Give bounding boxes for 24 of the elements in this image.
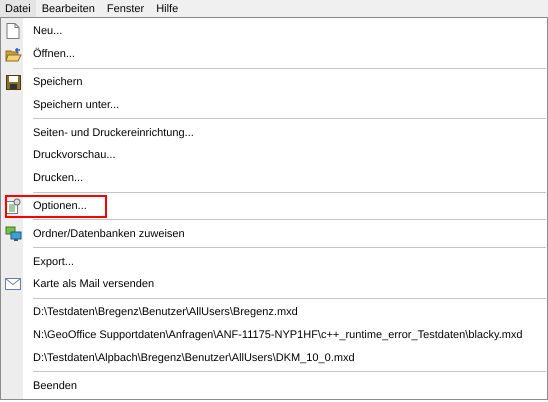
menu-item[interactable]: Öffnen... xyxy=(33,48,75,60)
menu-item[interactable]: Speichern unter... xyxy=(33,98,120,111)
menu-bar-item[interactable]: Hilfe xyxy=(150,0,184,17)
document-icon xyxy=(6,23,20,40)
menu-item[interactable]: Speichern xyxy=(33,76,83,88)
envelope-icon xyxy=(5,278,21,290)
menu-item[interactable]: D:\Testdaten\Alpbach\Bregenz\Benutzer\AllUsers\DKM_10_0.mxd xyxy=(33,352,355,364)
computers-icon xyxy=(4,226,22,242)
menu-item[interactable]: N:\GeoOffice Supportdaten\Anfragen\ANF-11175-NYP1HF\c++_runtime_error_Testdaten\blacky.mxd xyxy=(33,329,523,342)
menu-item[interactable]: Beenden xyxy=(33,380,78,392)
menu-bar-item[interactable]: Bearbeiten xyxy=(36,0,101,17)
menu-item[interactable]: D:\Testdaten\Bregenz\Benutzer\AllUsers\Bregenz.mxd xyxy=(33,306,298,318)
menu-item[interactable]: Drucken... xyxy=(33,172,84,184)
menu-bar-item[interactable]: Datei xyxy=(0,0,36,17)
menu-item[interactable]: Ordner/Datenbanken zuweisen xyxy=(33,228,185,240)
menu-item[interactable]: Export... xyxy=(33,256,74,268)
folder-icon xyxy=(4,46,22,62)
menu-item[interactable]: Druckvorschau... xyxy=(33,149,116,162)
menu-item[interactable]: Karte als Mail versenden xyxy=(33,278,154,290)
menu-item[interactable]: Neu... xyxy=(33,25,62,38)
menu-item[interactable]: Optionen... xyxy=(33,200,87,212)
menu-bar-item[interactable]: Fenster xyxy=(100,0,150,17)
options-icon xyxy=(5,198,21,214)
menu-item[interactable]: Seiten- und Druckereinrichtung... xyxy=(33,126,194,139)
